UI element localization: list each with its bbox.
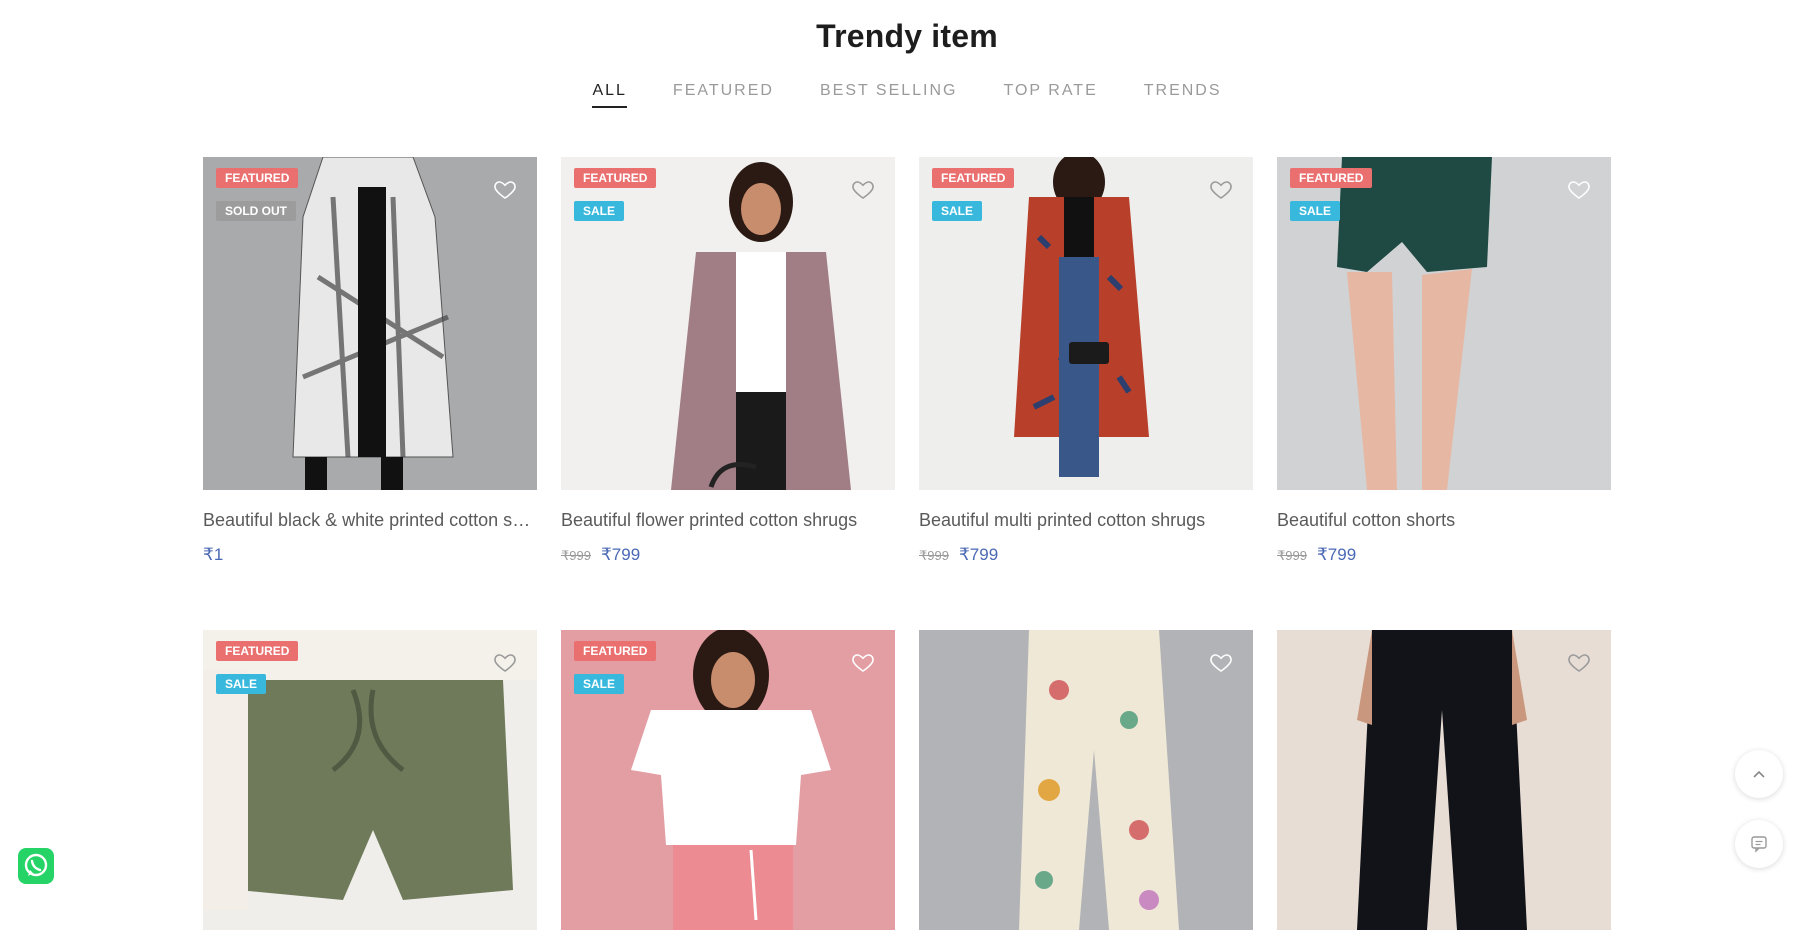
price-row: ₹999 ₹799 [919, 545, 1253, 565]
sale-badge: SALE [216, 674, 267, 694]
heart-outline-icon[interactable] [851, 650, 875, 674]
price-row: ₹999 ₹799 [1277, 545, 1611, 565]
heart-outline-icon[interactable] [1567, 650, 1591, 674]
product-image[interactable]: FEATURED SALE [1277, 157, 1611, 490]
product-photo [919, 630, 1253, 930]
product-grid: FEATURED SOLD OUT Beautiful black & whit… [203, 157, 1613, 930]
sold-out-badge: SOLD OUT [216, 201, 296, 221]
featured-badge: FEATURED [574, 168, 657, 188]
chevron-up-icon [1753, 770, 1765, 778]
product-image[interactable]: FEATURED SOLD OUT [203, 157, 537, 490]
tab-all[interactable]: ALL [592, 82, 627, 108]
heart-outline-icon[interactable] [493, 177, 517, 201]
featured-badge: FEATURED [1290, 168, 1373, 188]
product-image[interactable]: FEATURED SALE [919, 157, 1253, 490]
tab-trends[interactable]: TRENDS [1144, 82, 1222, 108]
featured-badge: FEATURED [216, 641, 299, 661]
product-card[interactable]: FEATURED SALE Beautiful flower printed c… [561, 157, 895, 630]
featured-badge: FEATURED [932, 168, 1015, 188]
product-image[interactable]: FEATURED SALE [561, 157, 895, 490]
sale-badge: SALE [1290, 201, 1341, 221]
whatsapp-icon[interactable] [18, 848, 54, 884]
product-name[interactable]: Beautiful flower printed cotton shrugs [561, 510, 895, 531]
sale-badge: SALE [932, 201, 983, 221]
product-price: ₹799 [958, 545, 999, 564]
product-price: ₹1 [203, 545, 224, 564]
heart-outline-icon[interactable] [493, 650, 517, 674]
price-row: ₹1 [203, 545, 537, 565]
original-price: ₹999 [1277, 548, 1307, 563]
featured-badge: FEATURED [216, 168, 299, 188]
product-name[interactable]: Beautiful cotton shorts [1277, 510, 1611, 531]
category-tabs: ALL FEATURED BEST SELLING TOP RATE TREND… [0, 82, 1814, 108]
product-name[interactable]: Beautiful multi printed cotton shrugs [919, 510, 1253, 531]
product-image[interactable]: FEATURED SALE [203, 630, 537, 930]
product-image[interactable] [919, 630, 1253, 930]
heart-outline-icon[interactable] [851, 177, 875, 201]
product-card[interactable] [1277, 630, 1611, 930]
chat-button[interactable] [1735, 820, 1783, 868]
tab-best-selling[interactable]: BEST SELLING [820, 82, 958, 108]
product-name[interactable]: Beautiful black & white printed cotton s… [203, 510, 537, 531]
product-card[interactable]: FEATURED SOLD OUT Beautiful black & whit… [203, 157, 537, 630]
scroll-to-top-button[interactable] [1735, 750, 1783, 798]
tab-featured[interactable]: FEATURED [673, 82, 774, 108]
product-photo [1277, 630, 1611, 930]
heart-outline-icon[interactable] [1209, 650, 1233, 674]
product-card[interactable]: FEATURED SALE [203, 630, 537, 930]
original-price: ₹999 [919, 548, 949, 563]
tab-top-rate[interactable]: TOP RATE [1004, 82, 1098, 108]
product-card[interactable] [919, 630, 1253, 930]
product-price: ₹799 [1316, 545, 1357, 564]
product-image[interactable]: FEATURED SALE [561, 630, 895, 930]
product-card[interactable]: FEATURED SALE [561, 630, 895, 930]
product-image[interactable] [1277, 630, 1611, 930]
price-row: ₹999 ₹799 [561, 545, 895, 565]
chat-icon [1751, 836, 1767, 853]
featured-badge: FEATURED [574, 641, 657, 661]
original-price: ₹999 [561, 548, 591, 563]
product-card[interactable]: FEATURED SALE Beautiful multi printed co… [919, 157, 1253, 630]
section-title: Trendy item [816, 18, 998, 54]
product-card[interactable]: FEATURED SALE Beautiful cotton shorts ₹9… [1277, 157, 1611, 630]
product-price: ₹799 [600, 545, 641, 564]
heart-outline-icon[interactable] [1567, 177, 1591, 201]
sale-badge: SALE [574, 674, 625, 694]
sale-badge: SALE [574, 201, 625, 221]
heart-outline-icon[interactable] [1209, 177, 1233, 201]
